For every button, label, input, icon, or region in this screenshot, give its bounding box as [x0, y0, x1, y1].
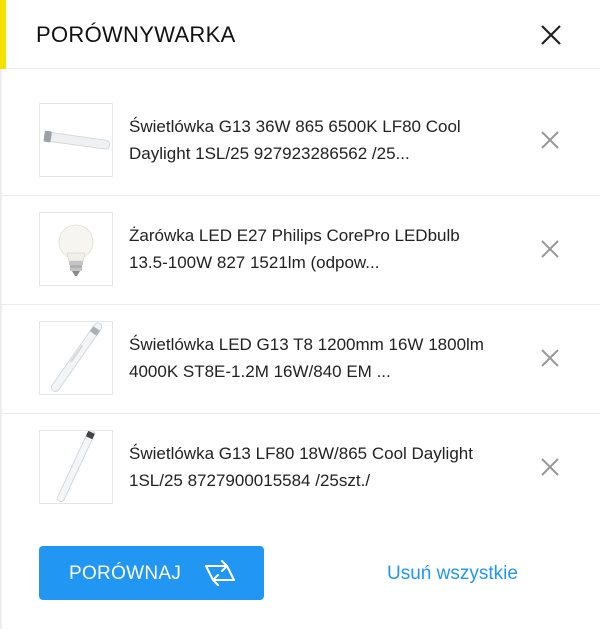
list-item: Świetlówka G13 LF80 18W/865 Cool Dayligh…: [0, 414, 600, 523]
close-icon[interactable]: [538, 237, 562, 261]
product-name[interactable]: Świetlówka G13 36W 865 6500K LF80 Cool D…: [129, 113, 489, 167]
list-item: Świetlówka LED G13 T8 1200mm 16W 1800lm …: [0, 305, 600, 414]
product-name[interactable]: Żarówka LED E27 Philips CorePro LEDbulb …: [129, 222, 489, 276]
panel-header: PORÓWNYWARKA: [0, 0, 600, 69]
close-icon[interactable]: [538, 455, 562, 479]
led-tube-image[interactable]: [39, 321, 113, 395]
fluorescent-tube-image[interactable]: [39, 430, 113, 504]
compare-button-label: PORÓWNAJ: [69, 563, 182, 584]
led-bulb-image[interactable]: [39, 212, 113, 286]
comparison-panel: PORÓWNYWARKA Świetlówka G13 36W 865 6500…: [0, 0, 600, 638]
product-name[interactable]: Świetlówka LED G13 T8 1200mm 16W 1800lm …: [129, 331, 489, 385]
product-list: Świetlówka G13 36W 865 6500K LF80 Cool D…: [0, 87, 600, 523]
list-item: Świetlówka G13 36W 865 6500K LF80 Cool D…: [0, 87, 600, 196]
list-item: Żarówka LED E27 Philips CorePro LEDbulb …: [0, 196, 600, 305]
header-accent-bar: [0, 0, 6, 69]
close-icon[interactable]: [536, 20, 566, 50]
panel-title: PORÓWNYWARKA: [36, 22, 236, 47]
close-icon[interactable]: [538, 128, 562, 152]
swap-arrows-icon: [203, 557, 237, 589]
fluorescent-tube-image[interactable]: [39, 103, 113, 177]
product-name[interactable]: Świetlówka G13 LF80 18W/865 Cool Dayligh…: [129, 440, 489, 494]
close-icon[interactable]: [538, 346, 562, 370]
compare-button[interactable]: PORÓWNAJ: [39, 546, 264, 600]
remove-all-link[interactable]: Usuń wszystkie: [387, 563, 518, 585]
